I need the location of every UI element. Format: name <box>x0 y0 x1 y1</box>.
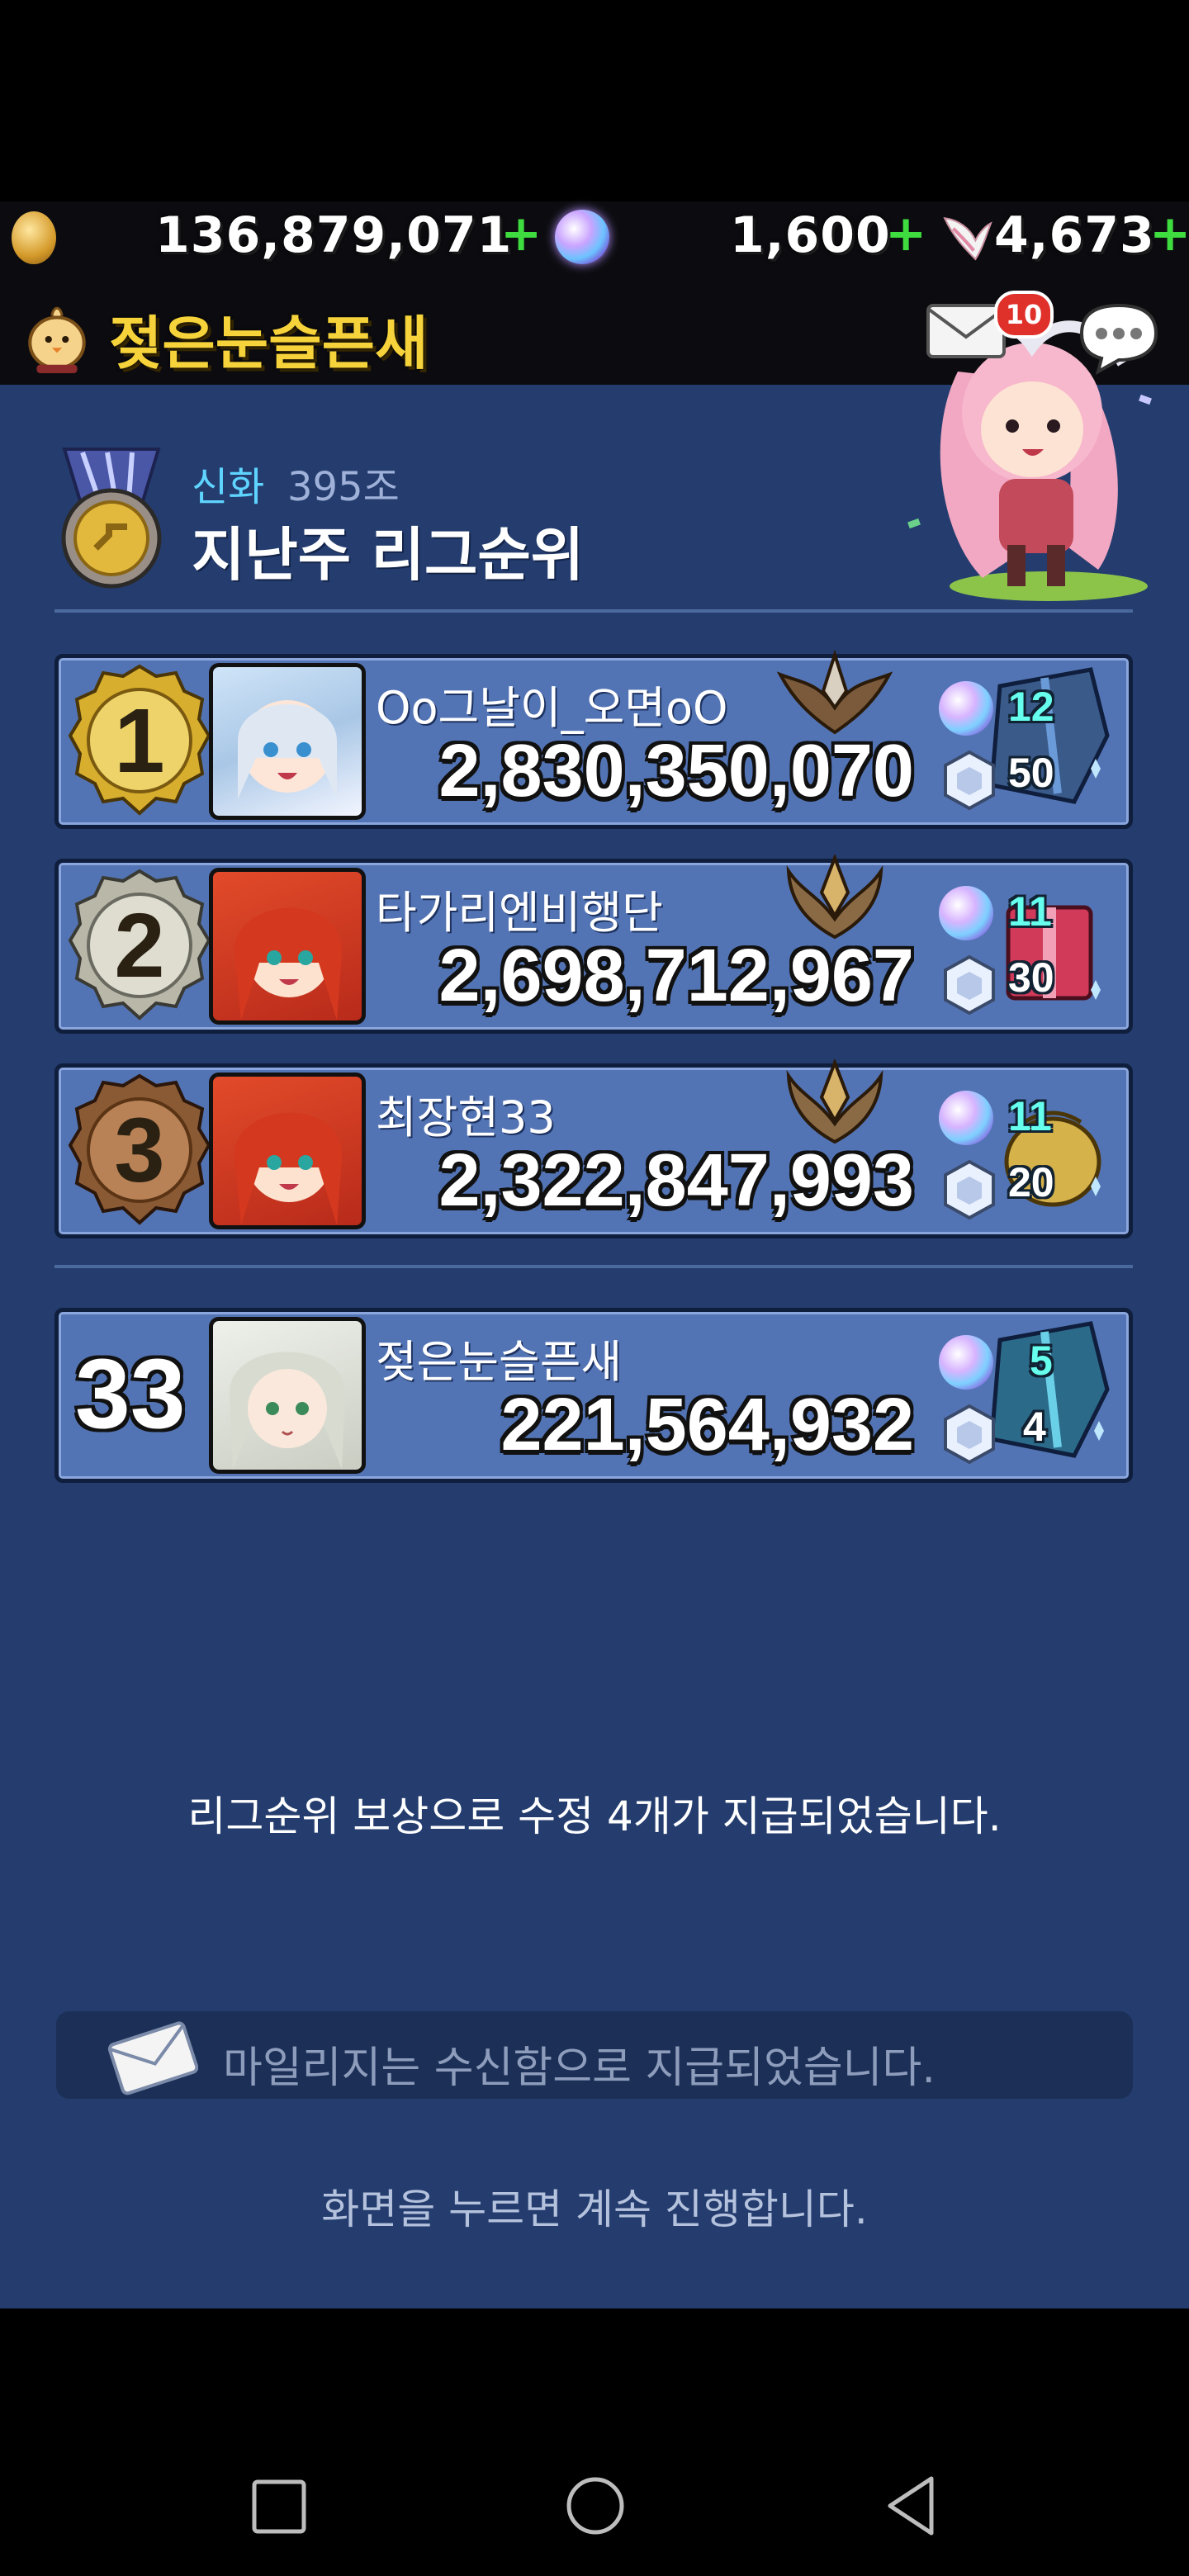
player-portrait <box>209 868 366 1025</box>
player-name: 타가리엔비행단 <box>376 887 663 939</box>
orb-reward-count: 5 <box>1030 1338 1053 1384</box>
player-name-title: 젖은눈슬픈새 <box>109 310 429 377</box>
rank-number: 2 <box>114 895 165 997</box>
wing-icon <box>943 217 992 261</box>
orb-reward-count: 12 <box>1008 684 1054 730</box>
player-name: 젖은눈슬픈새 <box>376 1336 623 1388</box>
league-emblem-icon <box>777 650 893 735</box>
orb-amount: 1,600 <box>730 206 891 264</box>
orb-reward-count: 11 <box>1008 888 1052 935</box>
league-emblem-icon <box>786 855 883 940</box>
league-emblem-icon <box>786 1059 883 1144</box>
player-portrait <box>209 663 366 820</box>
league-tier-label: 신화 <box>192 464 265 510</box>
gold-amount: 136,879,071 <box>155 206 513 264</box>
tap-to-continue-text[interactable]: 화면을 누르면 계속 진행합니다. <box>0 2176 1189 2236</box>
section-title: 지난주 리그순위 <box>192 521 585 589</box>
orb-reward-count: 11 <box>1008 1093 1052 1139</box>
crystal-reward-count: 4 <box>1023 1404 1046 1450</box>
top-divider <box>54 609 1133 613</box>
mail-count-badge: 10 <box>994 291 1054 339</box>
mileage-message: 마일리지는 수신함으로 지급되었습니다. <box>223 2043 936 2093</box>
rank-row-3[interactable]: 3 최장현33 2,322,847,993 11 20 <box>54 1059 1133 1238</box>
player-portrait <box>209 1317 366 1474</box>
crystal-reward-icon <box>944 1160 995 1219</box>
back-button[interactable] <box>875 2469 950 2543</box>
crystal-reward-count: 30 <box>1008 954 1054 1001</box>
rank-number: 1 <box>114 690 165 792</box>
crystal-reward-count: 20 <box>1008 1159 1054 1205</box>
add-orb-button[interactable]: + <box>885 205 926 263</box>
add-wing-button[interactable]: + <box>1149 205 1189 263</box>
reward-message: 리그순위 보상으로 수정 4개가 지급되었습니다. <box>187 1792 1002 1840</box>
orb-reward-icon <box>939 886 993 940</box>
rank-row-1[interactable]: 1 Oo그날이_오면oO 2,830,350,070 12 50 <box>54 650 1133 829</box>
gold-coin-icon <box>12 211 56 264</box>
orb-reward-icon <box>939 681 993 736</box>
player-score: 2,830,350,070 <box>438 730 914 812</box>
my-rank-number: 33 <box>75 1338 186 1449</box>
envelope-icon <box>107 2021 198 2095</box>
crystal-reward-icon <box>944 1404 995 1464</box>
league-tier-amount: 395조 <box>287 464 400 510</box>
orb-reward-icon <box>939 1335 993 1390</box>
orb-icon <box>555 210 609 264</box>
home-button[interactable] <box>558 2469 632 2543</box>
player-avatar[interactable] <box>23 299 91 375</box>
recent-apps-button[interactable] <box>241 2469 315 2543</box>
my-rank-row[interactable]: 33 젖은눈슬픈새 221,564,932 5 4 <box>54 1308 1133 1483</box>
rank-number: 3 <box>114 1100 165 1201</box>
my-rank-divider <box>54 1265 1133 1268</box>
player-score: 2,698,712,967 <box>438 935 914 1017</box>
crystal-reward-icon <box>944 751 995 810</box>
chat-button[interactable] <box>1073 301 1164 375</box>
player-score: 2,322,847,993 <box>438 1139 914 1222</box>
wing-amount: 4,673 <box>994 206 1155 264</box>
player-name: Oo그날이_오면oO <box>376 682 728 734</box>
add-gold-button[interactable]: + <box>500 205 542 263</box>
player-name: 최장현33 <box>376 1091 556 1144</box>
player-portrait <box>209 1073 366 1229</box>
crystal-reward-icon <box>944 955 995 1015</box>
orb-reward-icon <box>939 1091 993 1145</box>
league-medal-icon <box>61 447 162 589</box>
player-score: 221,564,932 <box>500 1384 915 1466</box>
rank-row-2[interactable]: 2 타가리엔비행단 2,698,712,967 11 30 <box>54 855 1133 1034</box>
crystal-reward-count: 50 <box>1008 750 1054 796</box>
